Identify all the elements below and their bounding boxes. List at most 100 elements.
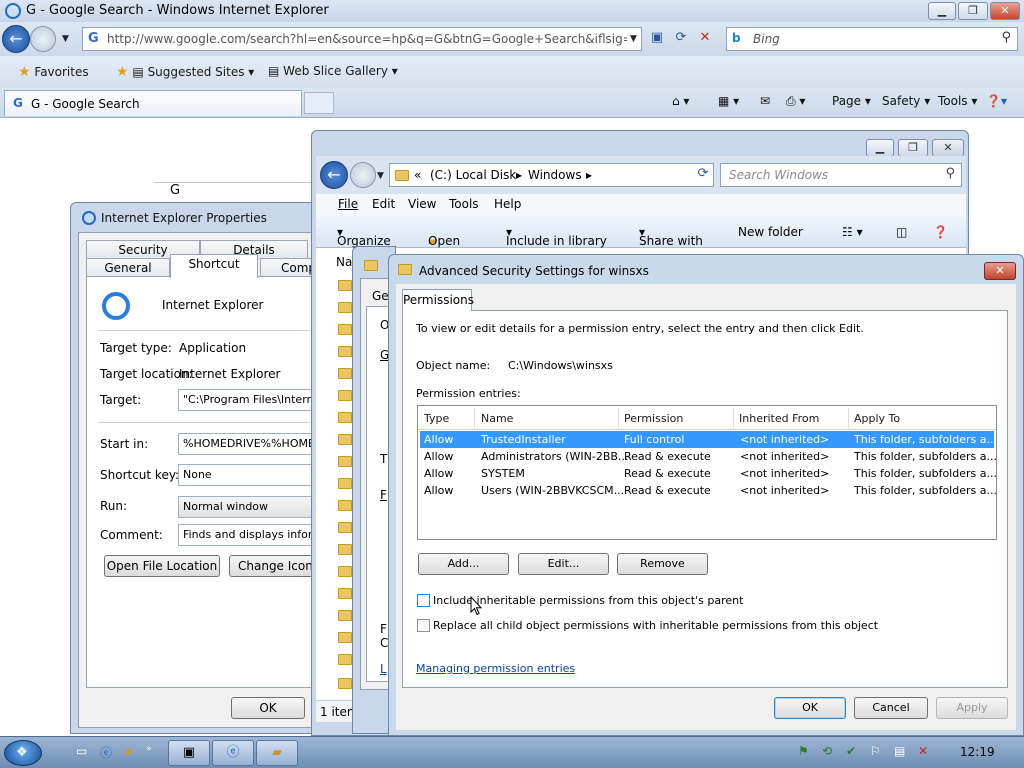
tools-menu[interactable]: Tools ▾ [938, 94, 977, 108]
advanced-apply-button[interactable]: Apply [936, 697, 1008, 719]
ie-quicklaunch-icon[interactable]: ⓔ [100, 744, 112, 761]
feeds-icon[interactable]: ▦ ▾ [718, 94, 739, 108]
folder-icon[interactable] [338, 302, 352, 313]
search-icon[interactable]: ⚲ [1001, 30, 1011, 45]
column-divider[interactable] [618, 408, 619, 428]
sync-icon[interactable]: ⟲ [822, 744, 832, 758]
tab-shortcut[interactable]: Shortcut [170, 254, 258, 278]
managing-permission-entries-link[interactable]: Managing permission entries [416, 662, 575, 675]
start-button[interactable] [4, 740, 42, 766]
display-icon[interactable]: ▤ [894, 744, 905, 758]
share-with-button[interactable]: Share with ▾ [639, 225, 703, 248]
explorer-maximize-button[interactable]: ❐ [898, 139, 928, 157]
history-dropdown-icon[interactable]: ▼ [62, 34, 69, 44]
new-tab-button[interactable] [304, 92, 334, 114]
new-folder-button[interactable]: New folder [738, 225, 803, 239]
table-row[interactable]: Allow TrustedInstaller Full control <not… [420, 431, 997, 448]
search-box[interactable]: b Bing ⚲ [726, 27, 1018, 51]
folder-icon[interactable] [338, 280, 352, 291]
tab-compatibility[interactable]: Compa [260, 258, 323, 278]
clock[interactable]: 12:19 [960, 745, 995, 759]
stop-icon[interactable]: ✕ [694, 28, 716, 50]
tab-general[interactable]: General [86, 258, 170, 278]
help-icon[interactable]: ❓▾ [986, 94, 1007, 108]
table-row[interactable]: Allow Users (WIN-2BBVKCSCM... Read & exe… [420, 482, 997, 499]
breadcrumb-chevron-icon[interactable]: ▸ [516, 168, 522, 182]
target-field[interactable]: "C:\Program Files\Internet E [178, 389, 312, 411]
folder-icon[interactable] [338, 500, 352, 511]
tab-general-stub[interactable]: Ge [372, 289, 389, 303]
folder-icon[interactable] [338, 390, 352, 401]
tab-permissions[interactable]: Permissions [402, 289, 474, 311]
compatibility-icon[interactable]: ▣ [646, 28, 668, 50]
quicklaunch-more-icon[interactable]: » [146, 744, 152, 754]
search-icon[interactable]: ⚲ [945, 166, 955, 181]
explorer-back-button[interactable]: ← [320, 161, 348, 189]
folder-icon[interactable] [338, 610, 352, 621]
properties-ok-button[interactable]: OK [231, 697, 305, 719]
recent-pages-dropdown-icon[interactable]: ▼ [377, 171, 384, 181]
table-row[interactable]: Allow Administrators (WIN-2BB... Read & … [420, 448, 997, 465]
menu-file[interactable]: File [338, 197, 358, 211]
menu-edit[interactable]: Edit [372, 197, 395, 211]
replace-child-permissions-label[interactable]: Replace all child object permissions wit… [433, 619, 878, 632]
address-dropdown-icon[interactable]: ▼ [630, 34, 637, 44]
preview-pane-icon[interactable]: ◫ [896, 225, 907, 239]
show-desktop-icon[interactable]: ▭ [76, 744, 87, 758]
forward-button[interactable] [30, 26, 56, 52]
partial-link[interactable]: L [380, 662, 387, 676]
comment-field[interactable]: Finds and displays informatio [178, 524, 312, 546]
shortcut-key-field[interactable]: None [178, 464, 312, 486]
explorer-minimize-button[interactable]: ▁ [866, 139, 894, 157]
column-divider[interactable] [848, 408, 849, 428]
folder-icon[interactable] [338, 678, 352, 689]
google-query-box[interactable]: G [154, 182, 314, 200]
favorites-button[interactable]: ★ Favorites [18, 64, 89, 80]
back-button[interactable]: ← [2, 25, 30, 53]
address-field[interactable]: G http://www.google.com/search?hl=en&sou… [82, 27, 642, 51]
remove-button[interactable]: Remove [617, 553, 708, 575]
include-inheritable-checkbox[interactable] [417, 594, 430, 607]
taskbar-control-panel-button[interactable]: ▣ [168, 740, 210, 766]
mail-icon[interactable]: ✉ [760, 94, 770, 108]
action-center-flag-icon[interactable]: ⚐ [870, 744, 881, 758]
menu-help[interactable]: Help [494, 197, 521, 211]
folder-icon[interactable] [338, 368, 352, 379]
refresh-icon[interactable]: ⟳ [670, 28, 692, 50]
help-icon[interactable]: ❓ [933, 225, 948, 239]
close-button[interactable]: ✕ [990, 2, 1020, 20]
column-inherited-from[interactable]: Inherited From [739, 412, 819, 425]
home-icon[interactable]: ⌂ ▾ [672, 94, 689, 108]
folder-icon[interactable] [338, 654, 352, 665]
folder-icon[interactable] [338, 456, 352, 467]
breadcrumb-overflow[interactable]: « [414, 168, 421, 182]
explorer-breadcrumb[interactable]: « (C:) Local Disk ▸ Windows ▸ [389, 163, 714, 187]
web-slice-gallery-button[interactable]: ▤ Web Slice Gallery ▾ [268, 64, 398, 78]
open-file-location-button[interactable]: Open File Location [104, 555, 220, 577]
edit-button[interactable]: Edit... [518, 553, 609, 575]
network-icon[interactable]: ⚑ [798, 744, 809, 758]
suggested-sites-button[interactable]: ★ ▤ Suggested Sites ▾ [116, 64, 254, 80]
folder-icon[interactable] [338, 412, 352, 423]
folder-icon[interactable] [338, 522, 352, 533]
print-icon[interactable]: ⎙ ▾ [786, 94, 805, 109]
security-shield-icon[interactable]: ✔ [846, 744, 856, 758]
folder-icon[interactable] [338, 588, 352, 599]
taskbar-explorer-button[interactable]: ▰ [256, 740, 298, 766]
maximize-button[interactable]: ❐ [958, 2, 988, 20]
breadcrumb-local-disk[interactable]: (C:) Local Disk [430, 168, 516, 182]
breadcrumb-windows[interactable]: Windows [528, 168, 582, 182]
advanced-ok-button[interactable]: OK [774, 697, 846, 719]
organize-button[interactable]: Organize ▾ [337, 225, 391, 248]
advanced-cancel-button[interactable]: Cancel [854, 697, 928, 719]
include-in-library-button[interactable]: Include in library ▾ [506, 225, 607, 248]
folder-icon[interactable] [338, 324, 352, 335]
explorer-forward-button[interactable] [350, 162, 376, 188]
advanced-close-button[interactable]: ✕ [984, 262, 1016, 280]
tab-google-search[interactable]: G G - Google Search [4, 90, 302, 116]
column-divider[interactable] [733, 408, 734, 428]
minimize-button[interactable]: ▁ [928, 2, 956, 20]
taskbar-ie-button[interactable]: ⓔ [212, 740, 254, 766]
explorer-search-input[interactable]: Search Windows ⚲ [720, 163, 962, 187]
folder-icon[interactable] [338, 544, 352, 555]
